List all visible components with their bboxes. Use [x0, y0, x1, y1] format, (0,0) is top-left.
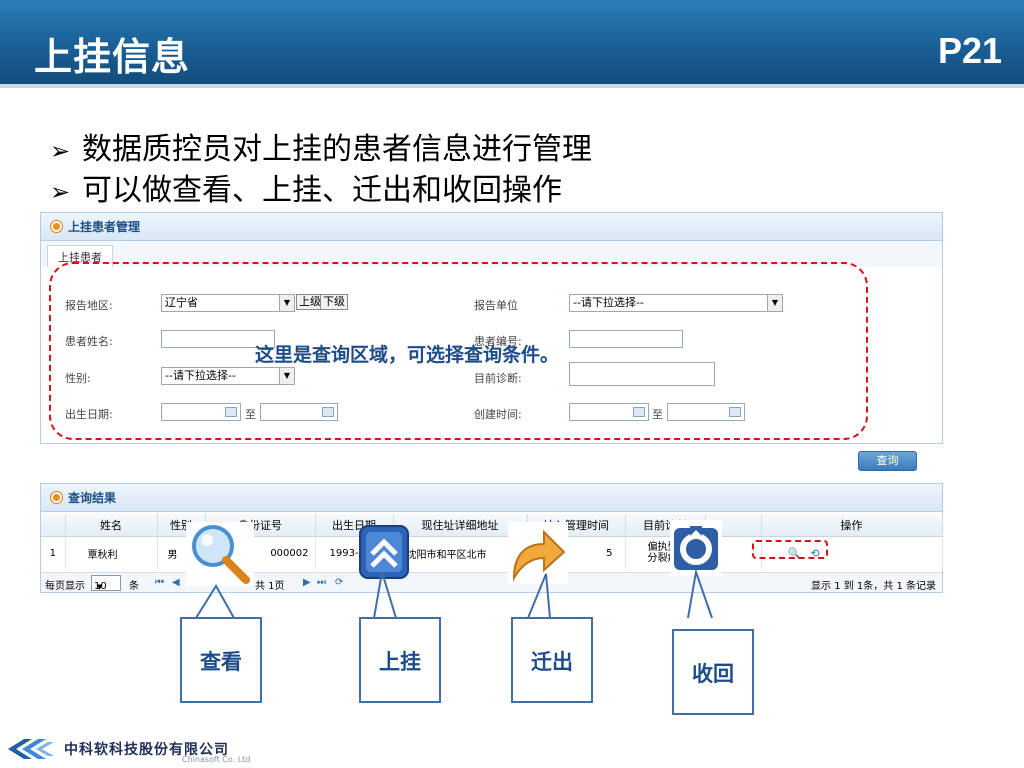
view-callout: 查看: [180, 617, 262, 703]
move-out-callout: 迁出: [511, 617, 593, 703]
company-name-en: Chinasoft Co. Ltd: [182, 755, 251, 764]
recall-callout: 收回: [672, 629, 754, 715]
company-logo: 中科软科技股份有限公司 Chinasoft Co. Ltd: [6, 735, 256, 765]
upgrade-callout: 上挂: [359, 617, 441, 703]
chinasoft-logo-icon: [8, 739, 54, 759]
